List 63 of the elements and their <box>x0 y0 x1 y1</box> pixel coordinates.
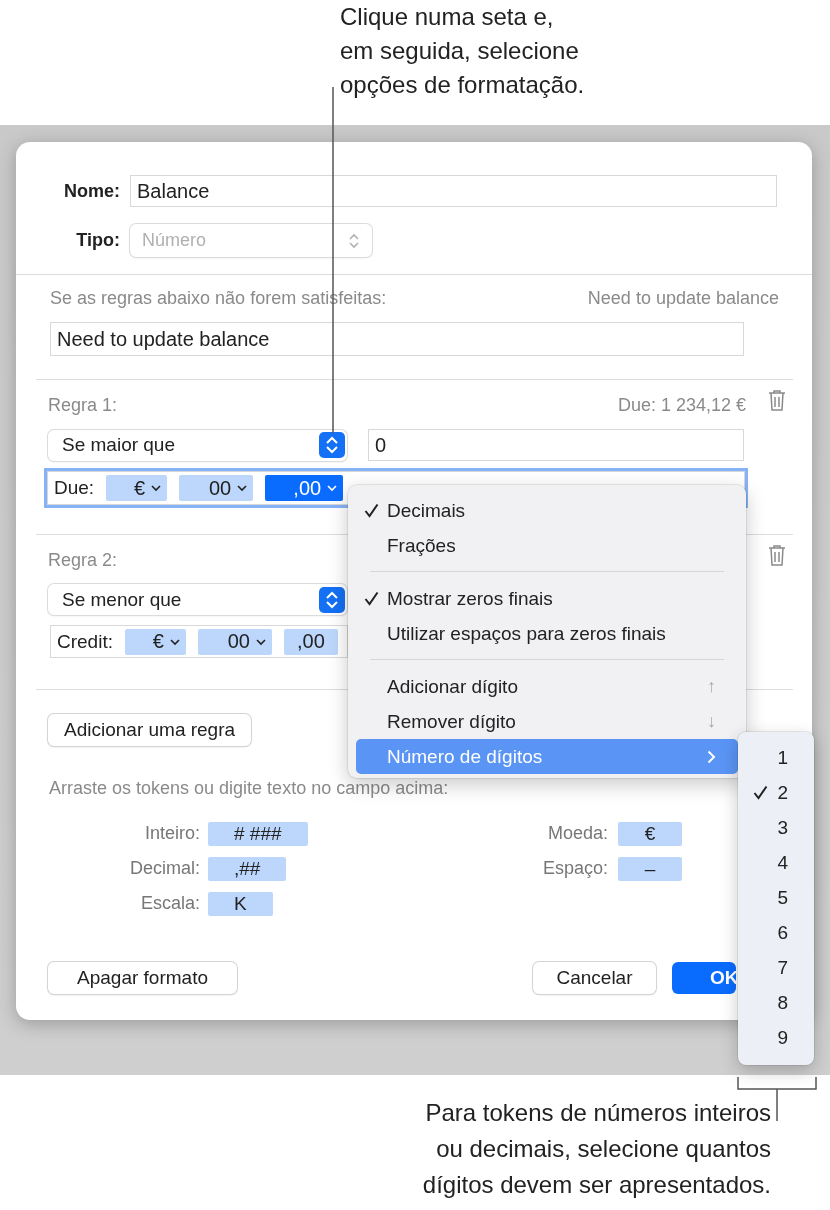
token-label: Moeda: <box>546 823 608 844</box>
token[interactable]: – <box>618 856 682 881</box>
name-field[interactable]: Balance <box>130 175 777 207</box>
condition-popup[interactable]: Se menor que <box>48 584 347 615</box>
field-label: Tipo: <box>75 230 120 251</box>
add-rule-button[interactable]: Adicionar uma regra <box>48 714 252 746</box>
callout-text: Para tokens de números inteiros ou decimais, selecione quantos dígitos devem ser apresentados. <box>422 1098 771 1200</box>
menu-item[interactable]: 2 <box>738 775 814 810</box>
caret-icon <box>255 637 266 646</box>
caret-icon <box>151 484 162 492</box>
menu-item[interactable]: 3 <box>738 810 814 845</box>
token[interactable]: K <box>208 891 273 916</box>
callout-text: Clique numa seta e, em seguida, selecione opções de formatação. <box>340 2 585 100</box>
token[interactable]: # ### <box>208 821 308 846</box>
token-label: Escala: <box>139 893 200 914</box>
menu-item[interactable]: 5 <box>738 880 814 915</box>
rule-preview: Due: 1 234,12 € <box>617 394 746 416</box>
menu-item[interactable]: 8 <box>738 985 814 1020</box>
fallback-field[interactable]: Need to update balance <box>50 322 744 356</box>
hint-text: Arraste os tokens ou digite texto no campo acima: <box>49 778 449 799</box>
menu-item[interactable]: Remover dígito ↓ <box>356 704 738 739</box>
token-label: Espaço: <box>541 858 608 879</box>
caret-icon <box>169 637 180 646</box>
trash-icon[interactable] <box>768 389 786 411</box>
menu-item[interactable]: 1 <box>738 740 814 775</box>
condition-popup[interactable]: Se maior que <box>48 429 347 461</box>
menu-item[interactable]: 9 <box>738 1020 814 1055</box>
caret-icon <box>237 484 248 492</box>
token-label: Inteiro: <box>143 823 200 844</box>
field-label: Nome: <box>63 180 120 202</box>
menu-item[interactable]: Utilizar espaços para zeros finais <box>356 616 738 651</box>
rule-label: Regra 2: <box>48 549 118 571</box>
token[interactable]: 00 <box>197 628 272 655</box>
token-label: Decimal: <box>129 858 200 879</box>
token[interactable]: ,00 <box>283 628 338 655</box>
dialog-button[interactable]: Cancelar <box>533 962 656 994</box>
dialog-button[interactable]: Apagar formato <box>48 962 237 994</box>
ok-button[interactable]: OK <box>672 962 736 994</box>
token[interactable]: ,00 <box>265 475 344 501</box>
menu-item[interactable]: 7 <box>738 950 814 985</box>
menu-item[interactable]: Mostrar zeros finais <box>356 581 738 616</box>
format-field[interactable]: Credit: € 00 ,00 <box>50 625 348 658</box>
token[interactable]: € <box>124 628 186 655</box>
up-down-icon <box>348 231 360 250</box>
menu-item[interactable]: 6 <box>738 915 814 950</box>
value-field[interactable]: 0 <box>368 429 744 461</box>
token[interactable]: € <box>106 475 168 501</box>
format-label: Due: <box>54 477 95 499</box>
token[interactable]: ,## <box>208 856 287 881</box>
menu-item[interactable]: Frações <box>356 528 738 563</box>
up-down-icon <box>319 432 345 458</box>
token[interactable]: € <box>618 821 682 846</box>
menu-item[interactable]: 4 <box>738 845 814 880</box>
rule-label: Regra 1: <box>48 394 118 416</box>
fallback-preview: Need to update balance <box>587 288 779 309</box>
caret-icon <box>327 484 338 492</box>
menu-item[interactable]: Decimais <box>356 493 738 528</box>
up-down-icon <box>319 586 345 613</box>
trash-icon[interactable] <box>768 544 786 566</box>
format-label: Credit: <box>57 630 113 653</box>
menu-item[interactable]: Adicionar dígito ↑ <box>356 669 738 704</box>
chevron-right-icon <box>707 749 716 764</box>
token[interactable]: 00 <box>179 475 254 501</box>
